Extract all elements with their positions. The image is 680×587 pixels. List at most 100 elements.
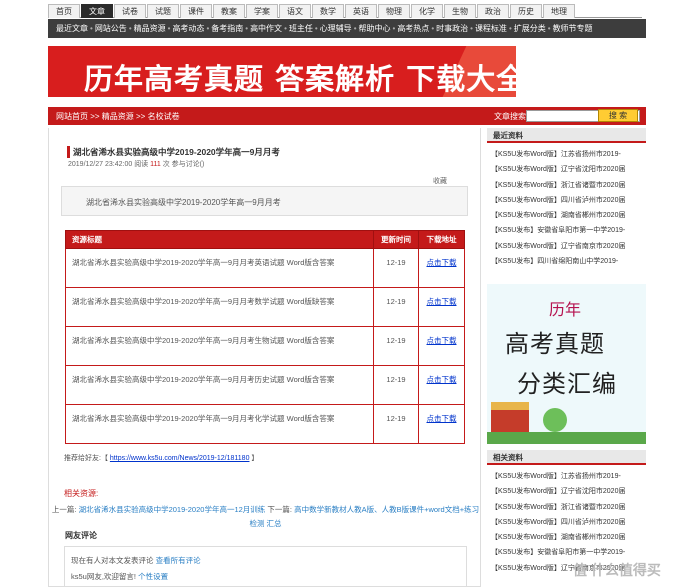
list-item[interactable]: 【KS5U发布】四川省绵阳南山中学2019- bbox=[491, 254, 646, 269]
subnav-item-12[interactable]: 扩展分类 bbox=[514, 23, 546, 34]
subnav-item-7[interactable]: 心理辅导 bbox=[320, 23, 352, 34]
sub-nav: 最近文章 • 网站公告 • 精品资源 • 高考动态 • 备考指南 • 高中作文 • 班主任 • 心理辅导 • 帮… bbox=[48, 19, 646, 38]
resource-title[interactable]: 湖北省浠水县实验高级中学2019-2020学年高一9月月考化学试题 Word版含… bbox=[65, 404, 374, 444]
recommend-end: 】 bbox=[251, 455, 259, 462]
download-link-cell: 点击下载 bbox=[418, 248, 465, 288]
list-item[interactable]: 【KS5U发布Word版】湖南省郴州市2020届 bbox=[491, 530, 646, 545]
list-item[interactable]: 【KS5U发布Word版】湖南省郴州市2020届 bbox=[491, 208, 646, 223]
subnav-separator: • bbox=[547, 24, 551, 33]
nav-tab-11[interactable]: 化学 bbox=[411, 4, 443, 18]
nav-tab-15[interactable]: 地理 bbox=[543, 4, 575, 18]
top-nav: 首页 文章 试卷 试题 课件 教案 学案 语文 数学 英语 物理 化学 生物 政治 历史 地理 bbox=[48, 4, 642, 18]
resource-date: 12-19 bbox=[373, 326, 419, 366]
subnav-item-3[interactable]: 高考动态 bbox=[172, 23, 204, 34]
sidebar: 最近资料 【KS5U发布Word版】江苏省扬州市2019- 【KS5U发布Word… bbox=[487, 128, 646, 587]
nav-tab-6[interactable]: 学案 bbox=[246, 4, 278, 18]
comment-line-1: 现在有人对本文发表评论 查看所有评论 bbox=[71, 553, 460, 569]
article-date: 2019/12/27 23:42:00 bbox=[68, 161, 133, 168]
banner-ad[interactable]: 历年高考真题 答案解析 下载大全 bbox=[48, 46, 516, 97]
subnav-item-8[interactable]: 帮助中心 bbox=[359, 23, 391, 34]
subnav-item-2[interactable]: 精品资源 bbox=[134, 23, 166, 34]
subnav-item-10[interactable]: 时事政治 bbox=[436, 23, 468, 34]
list-item[interactable]: 【KS5U发布Word版】江苏省扬州市2019- bbox=[491, 469, 646, 484]
nav-tab-1[interactable]: 文章 bbox=[81, 4, 113, 18]
breadcrumb[interactable]: 网站首页 >> 精品资源 >> 名校试卷 bbox=[56, 111, 180, 122]
prev-article-link[interactable]: 湖北省浠水县实验高级中学2019-2020学年高一12月训练 bbox=[79, 505, 266, 514]
list-item[interactable]: 【KS5U发布】安徽省阜阳市第一中学2019- bbox=[491, 223, 646, 238]
subnav-item-6[interactable]: 班主任 bbox=[289, 23, 313, 34]
recommend-url[interactable]: https://www.ks5u.com/News/2019-12/181180 bbox=[110, 455, 250, 462]
search-button[interactable]: 搜 索 bbox=[598, 109, 638, 122]
resource-table: 资源标题 更新时间 下载地址 湖北省浠水县实验高级中学2019-2020学年高一… bbox=[65, 230, 465, 444]
list-item[interactable]: 【KS5U发布Word版】浙江省诸暨市2020届 bbox=[491, 500, 646, 515]
resource-title[interactable]: 湖北省浠水县实验高级中学2019-2020学年高一9月月考历史试题 Word版含… bbox=[65, 365, 374, 405]
recent-heading: 最近资料 bbox=[487, 128, 646, 143]
subnav-item-1[interactable]: 网站公告 bbox=[95, 23, 127, 34]
nav-tab-7[interactable]: 语文 bbox=[279, 4, 311, 18]
list-item[interactable]: 【KS5U发布Word版】辽宁省南京市2020届 bbox=[491, 239, 646, 254]
meta-suffix: 次 参与讨论() bbox=[162, 161, 205, 168]
recent-list: 【KS5U发布Word版】江苏省扬州市2019- 【KS5U发布Word版】辽宁省… bbox=[487, 143, 646, 269]
resource-title[interactable]: 湖北省浠水县实验高级中学2019-2020学年高一9月月考数学试题 Word版缺… bbox=[65, 287, 374, 327]
table-row: 湖北省浠水县实验高级中学2019-2020学年高一9月月考化学试题 Word版含… bbox=[65, 404, 465, 444]
list-item[interactable]: 【KS5U发布Word版】四川省泸州市2020届 bbox=[491, 515, 646, 530]
nav-tab-9[interactable]: 英语 bbox=[345, 4, 377, 18]
list-item[interactable]: 【KS5U发布Word版】辽宁省沈阳市2020届 bbox=[491, 484, 646, 499]
nav-tab-12[interactable]: 生物 bbox=[444, 4, 476, 18]
subnav-item-0[interactable]: 最近文章 bbox=[56, 23, 88, 34]
nav-tab-4[interactable]: 课件 bbox=[180, 4, 212, 18]
banner[interactable]: 历年高考真题 答案解析 下载大全 bbox=[48, 42, 646, 102]
col-title: 资源标题 bbox=[65, 230, 374, 249]
subnav-separator: • bbox=[431, 24, 435, 33]
download-link-cell: 点击下载 bbox=[418, 287, 465, 327]
resource-title[interactable]: 湖北省浠水县实验高级中学2019-2020学年高一9月月考英语试题 Word版含… bbox=[65, 248, 374, 288]
resource-date: 12-19 bbox=[373, 404, 419, 444]
nav-tab-14[interactable]: 历史 bbox=[510, 4, 542, 18]
download-link[interactable]: 点击下载 bbox=[427, 414, 457, 423]
subnav-item-5[interactable]: 高中作文 bbox=[250, 23, 282, 34]
list-item[interactable]: 【KS5U发布Word版】四川省泸州市2020届 bbox=[491, 193, 646, 208]
comments-title: 网友评论 bbox=[65, 531, 97, 540]
list-item[interactable]: 【KS5U发布Word版】浙江省诸暨市2020届 bbox=[491, 178, 646, 193]
subnav-item-4[interactable]: 备考指南 bbox=[211, 23, 243, 34]
prev-next-nav: 上一篇: 湖北省浠水县实验高级中学2019-2020学年高一12月训练 下一篇:… bbox=[49, 503, 482, 531]
personal-settings-link[interactable]: 个性设置 bbox=[138, 572, 168, 581]
nav-tab-13[interactable]: 政治 bbox=[477, 4, 509, 18]
favorite-link[interactable]: 收藏 bbox=[433, 176, 447, 186]
download-link-cell: 点击下载 bbox=[418, 326, 465, 366]
nav-tab-8[interactable]: 数学 bbox=[312, 4, 344, 18]
subnav-item-9[interactable]: 高考热点 bbox=[397, 23, 429, 34]
nav-tab-10[interactable]: 物理 bbox=[378, 4, 410, 18]
table-row: 湖北省浠水县实验高级中学2019-2020学年高一9月月考英语试题 Word版含… bbox=[65, 248, 465, 288]
view-all-comments-link[interactable]: 查看所有评论 bbox=[156, 556, 201, 565]
resource-date: 12-19 bbox=[373, 287, 419, 327]
subnav-separator: • bbox=[167, 24, 171, 33]
col-date: 更新时间 bbox=[373, 230, 419, 249]
download-link[interactable]: 点击下载 bbox=[427, 375, 457, 384]
list-item[interactable]: 【KS5U发布Word版】辽宁省沈阳市2020届 bbox=[491, 162, 646, 177]
nav-tab-2[interactable]: 试卷 bbox=[114, 4, 146, 18]
subnav-separator: • bbox=[206, 24, 210, 33]
search-label: 文章搜索: bbox=[494, 111, 529, 121]
watermark: 值 什么值得买 bbox=[573, 562, 661, 578]
article-title: 湖北省浠水县实验高级中学2019-2020学年高一9月月考 bbox=[67, 146, 280, 158]
resource-date: 12-19 bbox=[373, 248, 419, 288]
recommend-label: 推荐给好友:【 bbox=[64, 455, 108, 462]
list-item[interactable]: 【KS5U发布Word版】江苏省扬州市2019- bbox=[491, 147, 646, 162]
main-content: 湖北省浠水县实验高级中学2019-2020学年高一9月月考 2019/12/27… bbox=[48, 128, 481, 587]
comment-count-text: 现在有人对本文发表评论 bbox=[71, 556, 154, 565]
nav-tab-5[interactable]: 教案 bbox=[213, 4, 245, 18]
subnav-item-11[interactable]: 课程标准 bbox=[475, 23, 507, 34]
nav-tab-0[interactable]: 首页 bbox=[48, 4, 80, 18]
grass-illustration bbox=[487, 432, 646, 444]
subnav-item-13[interactable]: 教师节专题 bbox=[553, 23, 593, 34]
download-link[interactable]: 点击下载 bbox=[427, 297, 457, 306]
download-link[interactable]: 点击下载 bbox=[427, 258, 457, 267]
resource-title[interactable]: 湖北省浠水县实验高级中学2019-2020学年高一9月月考生物试题 Word版含… bbox=[65, 326, 374, 366]
read-count: 111 bbox=[150, 161, 161, 168]
side-ad[interactable]: 历年 高考真题 分类汇编 bbox=[487, 284, 646, 444]
nav-tab-3[interactable]: 试题 bbox=[147, 4, 179, 18]
download-link[interactable]: 点击下载 bbox=[427, 336, 457, 345]
subnav-separator: • bbox=[314, 24, 318, 33]
list-item[interactable]: 【KS5U发布】安徽省阜阳市第一中学2019- bbox=[491, 545, 646, 560]
